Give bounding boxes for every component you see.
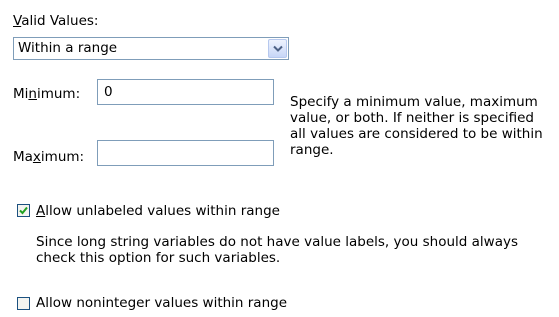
dropdown-button[interactable] (268, 39, 287, 58)
maximum-field[interactable] (97, 140, 274, 166)
minimum-field[interactable] (97, 79, 274, 105)
minimum-input[interactable] (98, 80, 273, 104)
maximum-input[interactable] (98, 141, 273, 165)
allow-noninteger-checkbox[interactable] (17, 297, 30, 310)
valid-values-dropdown[interactable]: Within a range (13, 37, 289, 60)
checkmark-icon (19, 206, 28, 215)
allow-unlabeled-checkbox[interactable] (17, 204, 30, 217)
allow-unlabeled-label[interactable]: Allow unlabeled values within range (36, 203, 280, 219)
maximum-label: Maximum: (13, 149, 85, 165)
range-help-text: Specify a minimum value, maximum value, … (290, 94, 543, 158)
chevron-down-icon (273, 45, 283, 52)
allow-noninteger-label[interactable]: Allow noninteger values within range (36, 295, 287, 311)
valid-values-label: Valid Values: (13, 13, 99, 29)
allow-unlabeled-help: Since long string variables do not have … (36, 234, 518, 266)
dropdown-selected-value: Within a range (18, 40, 118, 56)
minimum-label: Minimum: (13, 86, 81, 102)
